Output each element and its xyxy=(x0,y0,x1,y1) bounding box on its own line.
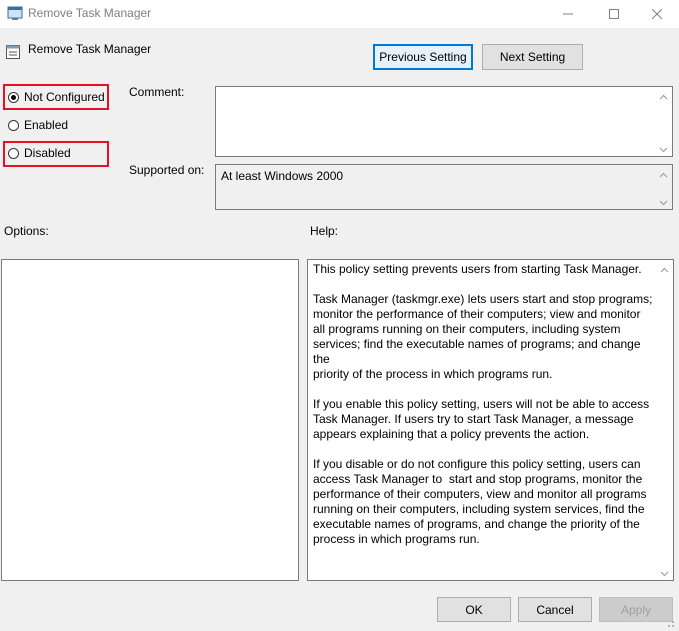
comment-textarea[interactable] xyxy=(215,86,673,157)
scroll-down-icon xyxy=(659,196,668,206)
next-setting-button[interactable]: Next Setting xyxy=(482,44,583,70)
minimize-button[interactable] xyxy=(545,0,591,28)
supported-on-label: Supported on: xyxy=(129,163,205,177)
supported-on-box: At least Windows 2000 xyxy=(215,164,673,210)
maximize-button[interactable] xyxy=(591,0,637,28)
radio-button-checked xyxy=(8,91,19,103)
help-text: This policy setting prevents users from … xyxy=(313,262,653,546)
minimize-icon xyxy=(563,9,573,19)
resize-grip-icon[interactable] xyxy=(663,616,675,628)
cancel-button[interactable]: Cancel xyxy=(518,597,592,622)
supported-scrollbar[interactable] xyxy=(655,165,672,209)
supported-on-value: At least Windows 2000 xyxy=(221,169,344,183)
scroll-up-icon xyxy=(659,169,668,178)
apply-button[interactable]: Apply xyxy=(599,597,673,622)
options-label: Options: xyxy=(4,224,49,238)
scroll-up-icon xyxy=(660,264,669,273)
help-scrollbar[interactable] xyxy=(656,260,673,580)
radio-label: Disabled xyxy=(24,146,71,160)
window-title: Remove Task Manager xyxy=(28,6,152,20)
scroll-down-icon xyxy=(659,143,668,153)
previous-setting-button[interactable]: Previous Setting xyxy=(373,44,473,70)
radio-not-configured[interactable]: Not Configured xyxy=(8,90,105,104)
radio-disabled[interactable]: Disabled xyxy=(8,146,71,160)
radio-button xyxy=(8,147,19,159)
help-panel: This policy setting prevents users from … xyxy=(307,259,674,581)
scroll-up-icon xyxy=(659,91,668,100)
policy-icon xyxy=(7,5,23,21)
maximize-icon xyxy=(609,9,619,19)
close-icon xyxy=(652,9,662,19)
comment-scrollbar[interactable] xyxy=(655,87,672,156)
radio-label: Enabled xyxy=(24,118,69,132)
ok-button[interactable]: OK xyxy=(437,597,511,622)
radio-enabled[interactable]: Enabled xyxy=(8,118,68,132)
close-button[interactable] xyxy=(634,0,679,28)
radio-label: Not Configured xyxy=(24,90,105,104)
scroll-down-icon xyxy=(660,567,669,577)
policy-name: Remove Task Manager xyxy=(28,42,152,56)
options-panel xyxy=(1,259,299,581)
comment-label: Comment: xyxy=(129,85,185,99)
radio-button xyxy=(8,119,19,131)
help-label: Help: xyxy=(310,224,339,238)
policy-setting-icon xyxy=(5,44,21,60)
